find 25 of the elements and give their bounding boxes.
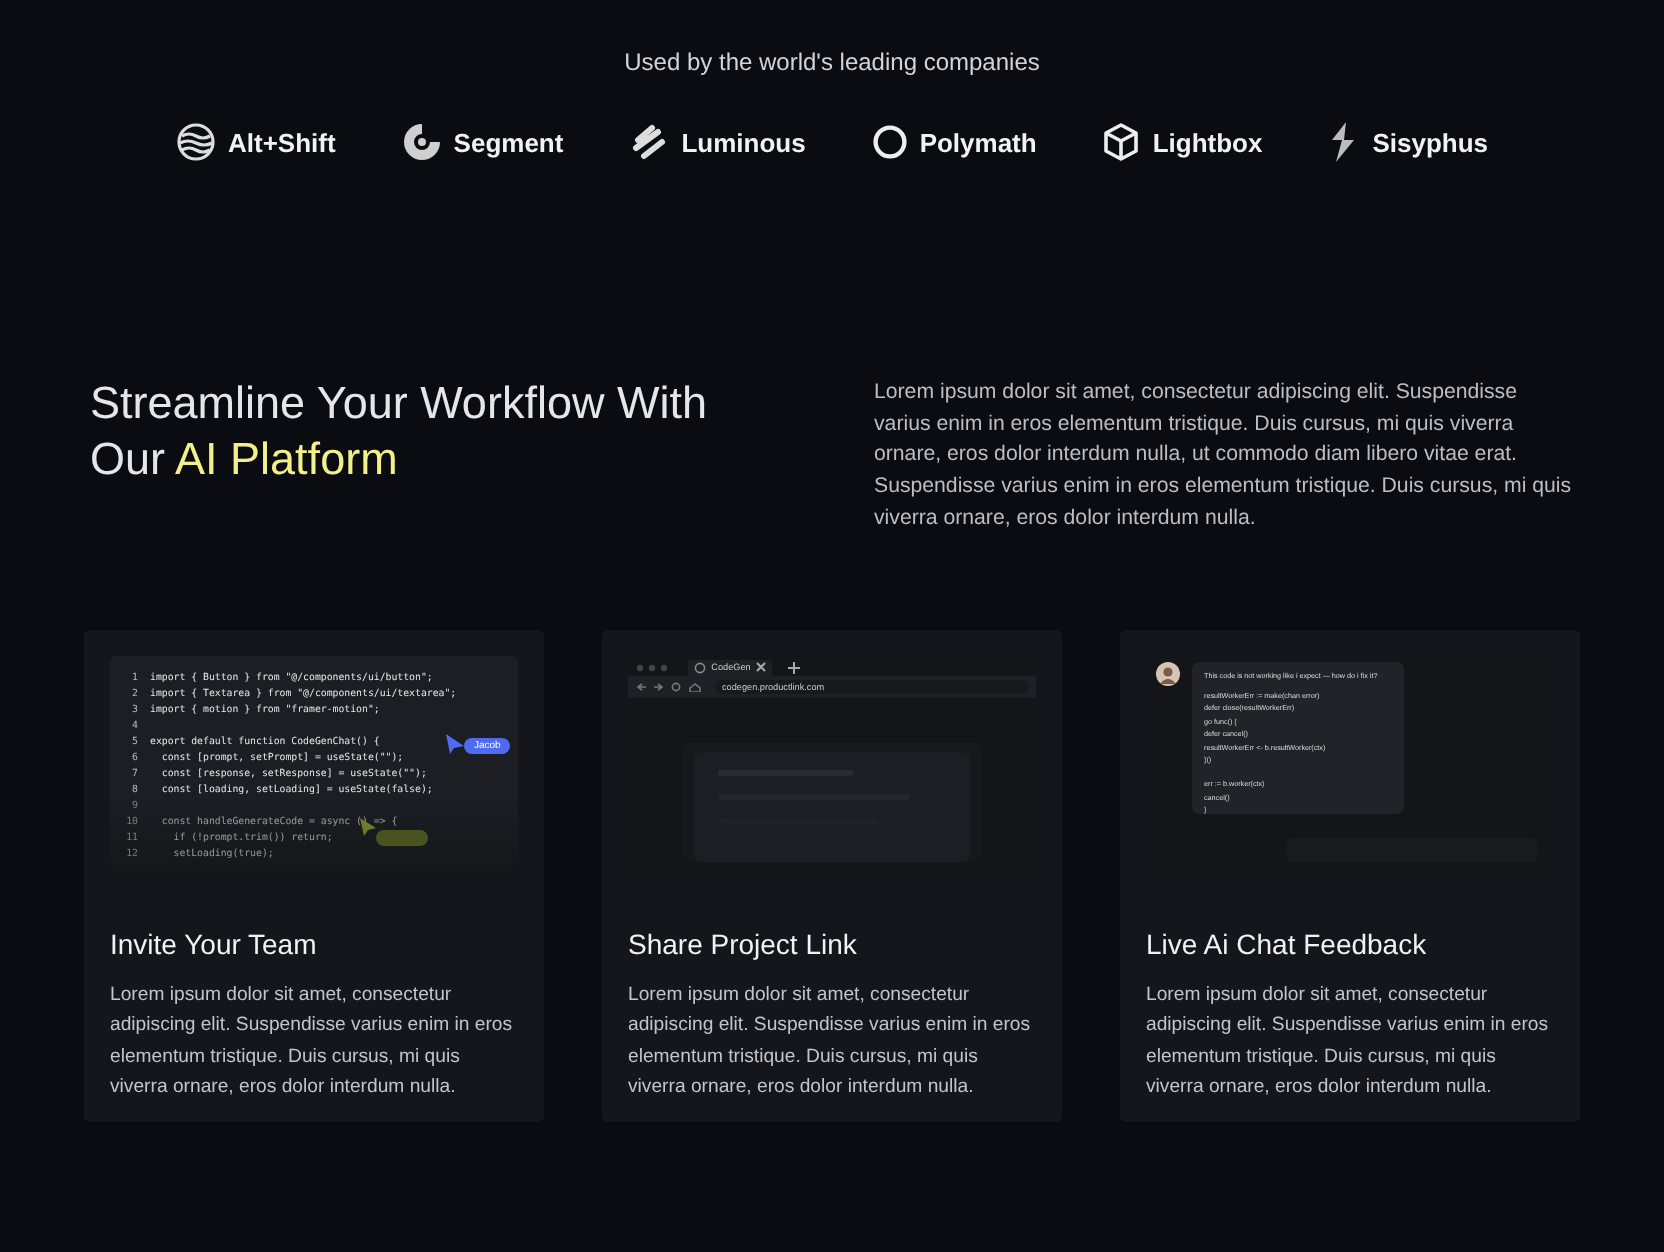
window-controls-icon <box>636 663 672 672</box>
avatar-icon <box>1156 661 1180 686</box>
close-icon[interactable] <box>756 662 766 673</box>
cursor-tag-drawing <box>360 817 428 846</box>
card-description: Lorem ipsum dolor sit amet, consectetur adipiscing elit. Suspendisse varius enim in eros elementum tristique. Duis cursus, mi quis viverra ornare, eros dolor interdum nulla. <box>110 981 515 1103</box>
card-title: Invite Your Team <box>110 927 319 960</box>
stripes-logo-icon <box>629 122 670 162</box>
section-description: Lorem ipsum dolor sit amet, consectetur adipiscing elit. Suspendisse varius enim in eros elementum tristique. Duis cursus, mi quis viverra ornare, eros dolor interdum nulla, ut commodo diam libero vitae erat. Suspendisse varius enim in eros elementum tristique. Duis cursus, mi quis viverra ornare, eros dolor interdum nulla. <box>874 378 1574 534</box>
company-name: Polymath <box>919 127 1037 157</box>
cube-logo-icon <box>1102 122 1141 162</box>
waves-logo-icon <box>175 122 216 162</box>
new-tab-icon[interactable] <box>788 661 800 674</box>
card-title: Live Ai Chat Feedback <box>1146 927 1429 960</box>
companies-caption: Used by the world's leading companies <box>624 48 1040 76</box>
section-heading: Streamline Your Workflow With Our AI Platform <box>90 376 709 488</box>
company-name: Segment <box>453 127 564 157</box>
segment-logo-icon <box>401 122 442 162</box>
company-name: Luminous <box>681 127 806 157</box>
card-description: Lorem ipsum dolor sit amet, consectetur adipiscing elit. Suspendisse varius enim in eros elementum tristique. Duis cursus, mi quis viverra ornare, eros dolor interdum nulla. <box>1146 981 1551 1103</box>
ring-logo-icon <box>871 124 908 160</box>
card-description: Lorem ipsum dolor sit amet, consectetur adipiscing elit. Suspendisse varius enim in eros elementum tristique. Duis cursus, mi quis viverra ornare, eros dolor interdum nulla. <box>628 981 1033 1103</box>
company-name: Alt+Shift <box>227 127 336 157</box>
card-title: Share Project Link <box>628 927 859 960</box>
company-name: Lightbox <box>1152 127 1263 157</box>
company-name: Sisyphus <box>1372 127 1489 157</box>
